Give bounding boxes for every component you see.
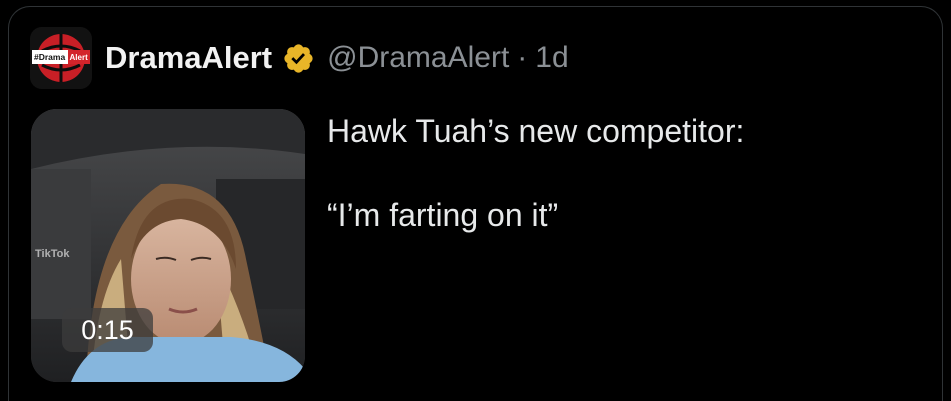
author-display-name[interactable]: DramaAlert: [105, 40, 272, 76]
video-duration-badge: 0:15: [62, 308, 153, 352]
post-timestamp[interactable]: 1d: [535, 41, 568, 75]
separator-dot: ·: [517, 41, 528, 74]
post-text-line-2: “I’m farting on it”: [327, 197, 559, 233]
avatar-text-left: #Drama: [34, 52, 65, 62]
post-text: Hawk Tuah’s new competitor: “I’m farting…: [327, 110, 927, 236]
verified-badge-icon: [282, 42, 315, 75]
dramaalert-logo: #Drama Alert: [30, 27, 92, 89]
avatar-text-right: Alert: [70, 53, 89, 62]
avatar[interactable]: #Drama Alert: [30, 27, 92, 89]
post-text-line-1: Hawk Tuah’s new competitor:: [327, 113, 745, 149]
author-handle[interactable]: @DramaAlert: [327, 41, 509, 75]
post-header: DramaAlert @DramaAlert · 1d: [105, 38, 569, 78]
tiktok-watermark: TikTok: [35, 248, 70, 260]
